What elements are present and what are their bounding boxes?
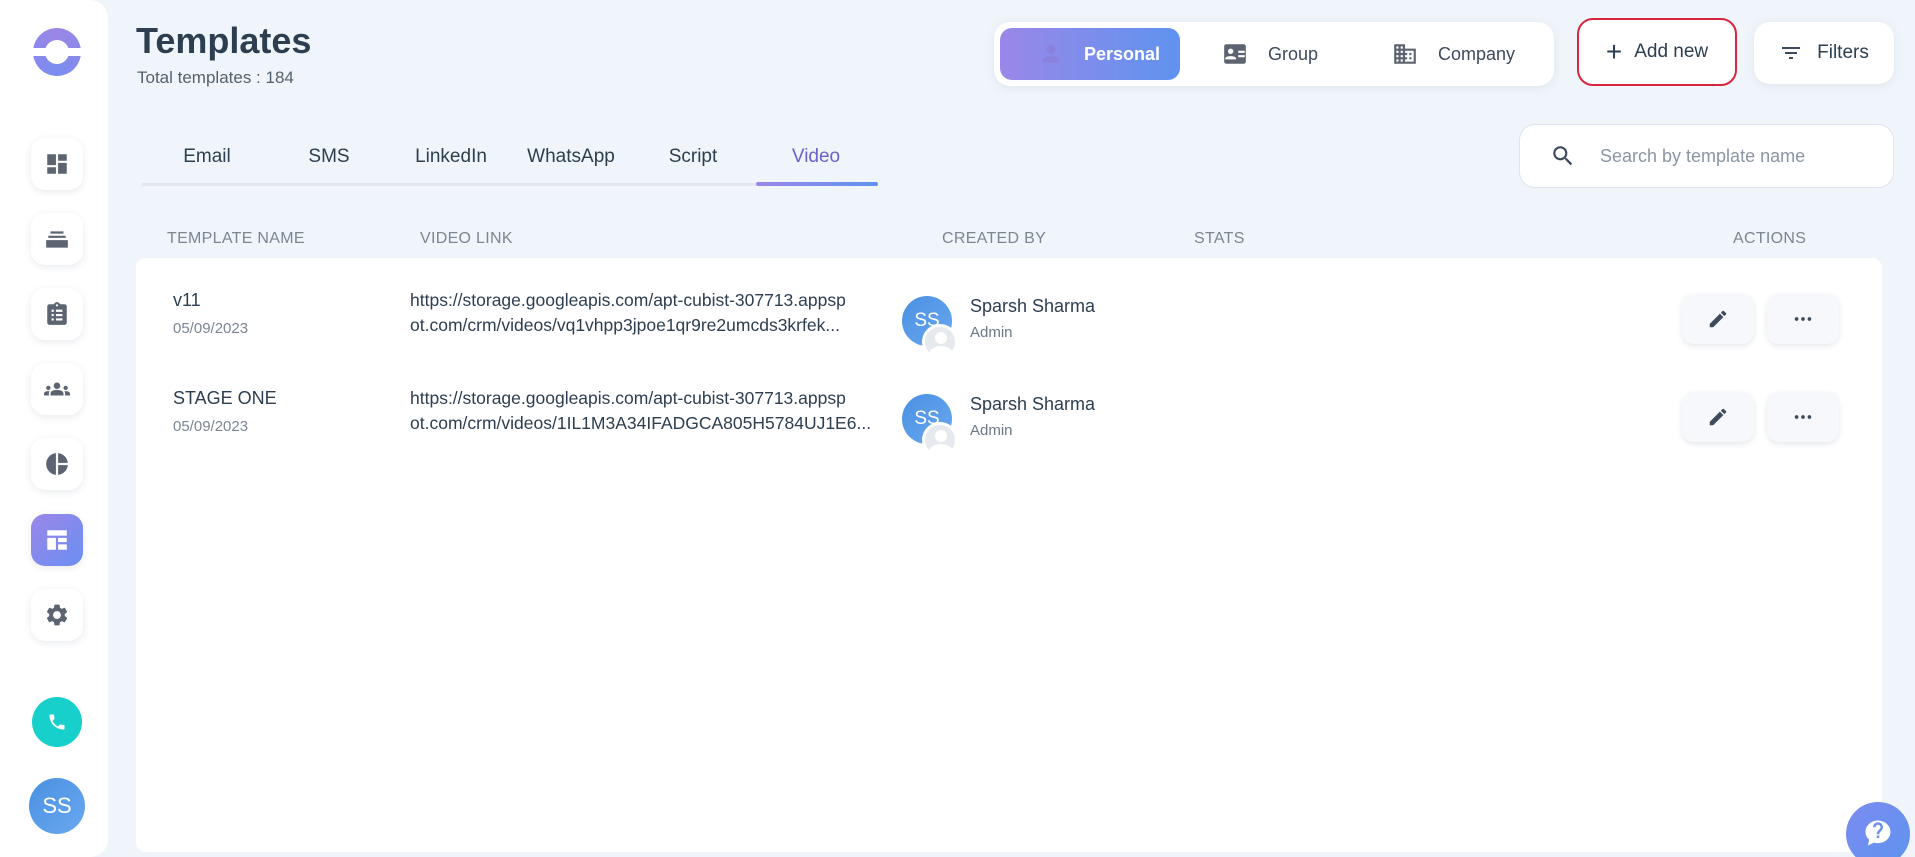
video-link[interactable]: https://storage.googleapis.com/apt-cubis…: [410, 288, 878, 338]
more-options-button[interactable]: [1767, 392, 1839, 442]
edit-button[interactable]: [1682, 392, 1754, 442]
template-name: v11: [173, 290, 201, 310]
add-new-label: Add new: [1634, 41, 1709, 62]
tab-sms[interactable]: SMS: [269, 146, 389, 168]
pie-chart-icon: [46, 453, 68, 475]
template-name: STAGE ONE: [173, 388, 277, 408]
column-header-video-link: VIDEO LINK: [420, 230, 513, 247]
video-link-line2: ot.com/crm/videos/vq1vhpp3jpoe1qr9re2umc…: [410, 315, 840, 335]
contacts-nav-button[interactable]: [31, 363, 83, 415]
template-date: 05/09/2023: [173, 418, 249, 435]
tab-whatsapp[interactable]: WhatsApp: [511, 146, 631, 168]
column-header-created-by: CREATED BY: [942, 230, 1047, 247]
scope-group-button[interactable]: Group: [1222, 28, 1372, 80]
filter-icon: [1782, 47, 1801, 59]
template-search: [1519, 124, 1894, 188]
creator-role: Admin: [970, 422, 1013, 439]
placeholder-user-icon: [922, 422, 958, 458]
creator-role: Admin: [970, 324, 1013, 341]
page-title: Templates: [136, 20, 312, 61]
video-link[interactable]: https://storage.googleapis.com/apt-cubis…: [410, 386, 878, 436]
table-row[interactable]: STAGE ONE 05/09/2023 https://storage.goo…: [136, 356, 1882, 458]
more-horizontal-icon: [1794, 317, 1812, 321]
app-root: SS Templates Total templates : 184 Perso…: [0, 0, 1915, 857]
edit-button[interactable]: [1682, 294, 1754, 344]
user-avatar[interactable]: SS: [29, 778, 85, 834]
phone-icon: [49, 714, 65, 730]
column-header-actions: ACTIONS: [1733, 230, 1807, 247]
inbox-nav-button[interactable]: [31, 213, 83, 265]
dashboard-nav-button[interactable]: [31, 138, 83, 190]
id-card-icon: [1224, 44, 1246, 64]
tab-email[interactable]: Email: [147, 146, 267, 168]
scope-company-label: Company: [1438, 43, 1516, 64]
tab-script[interactable]: Script: [633, 146, 753, 168]
gear-icon: [46, 604, 68, 626]
template-layout-icon: [47, 530, 67, 550]
column-header-template-name: TEMPLATE NAME: [167, 230, 305, 247]
active-tab-indicator: [756, 182, 878, 186]
filters-button[interactable]: Filters: [1754, 22, 1894, 84]
scope-personal-button[interactable]: Personal: [1000, 28, 1180, 80]
plus-icon: +: [1605, 36, 1623, 67]
templates-nav-button[interactable]: [31, 514, 83, 566]
scope-switch: Personal Group Company: [994, 22, 1554, 86]
app-logo[interactable]: [31, 28, 83, 76]
table-row[interactable]: v11 05/09/2023 https://storage.googleapi…: [136, 258, 1882, 360]
template-date: 05/09/2023: [173, 320, 249, 337]
more-horizontal-icon: [1794, 415, 1812, 419]
channel-tabs: Email SMS LinkedIn WhatsApp Script Video: [142, 140, 878, 186]
templates-table: v11 05/09/2023 https://storage.googleapi…: [136, 258, 1882, 852]
scope-personal-label: Personal: [1084, 43, 1161, 64]
help-chat-icon: [1865, 820, 1891, 846]
search-input[interactable]: [1600, 145, 1880, 167]
video-link-line1: https://storage.googleapis.com/apt-cubis…: [410, 388, 846, 408]
reports-nav-button[interactable]: [31, 438, 83, 490]
video-link-line1: https://storage.googleapis.com/apt-cubis…: [410, 290, 846, 310]
pencil-icon: [1709, 310, 1727, 328]
scope-group-label: Group: [1268, 43, 1319, 64]
creator-name: Sparsh Sharma: [970, 296, 1096, 316]
add-new-button[interactable]: + Add new: [1577, 18, 1737, 86]
tasks-nav-button[interactable]: [31, 288, 83, 340]
more-options-button[interactable]: [1767, 294, 1839, 344]
column-header-stats: STATS: [1194, 230, 1245, 247]
people-icon: [44, 382, 70, 396]
inbox-stack-icon: [46, 231, 68, 248]
building-icon: [1394, 44, 1416, 64]
pencil-icon: [1709, 408, 1727, 426]
tab-linkedin[interactable]: LinkedIn: [391, 146, 511, 168]
phone-dialer-button[interactable]: [32, 697, 82, 747]
total-templates-count: Total templates : 184: [137, 68, 294, 87]
person-icon: [1042, 45, 1060, 63]
video-link-line2: ot.com/crm/videos/1IL1M3A34IFADGCA805H57…: [410, 413, 872, 433]
placeholder-user-icon: [922, 324, 958, 360]
settings-nav-button[interactable]: [31, 589, 83, 641]
help-chat-button[interactable]: [1846, 802, 1910, 857]
scope-company-button[interactable]: Company: [1392, 28, 1552, 80]
filters-label: Filters: [1817, 42, 1869, 63]
creator-name: Sparsh Sharma: [970, 394, 1096, 414]
search-icon: [1553, 146, 1573, 166]
dashboard-icon: [47, 154, 67, 174]
tab-video[interactable]: Video: [756, 146, 876, 168]
clipboard-icon: [47, 302, 67, 325]
sidebar: SS: [0, 0, 108, 857]
